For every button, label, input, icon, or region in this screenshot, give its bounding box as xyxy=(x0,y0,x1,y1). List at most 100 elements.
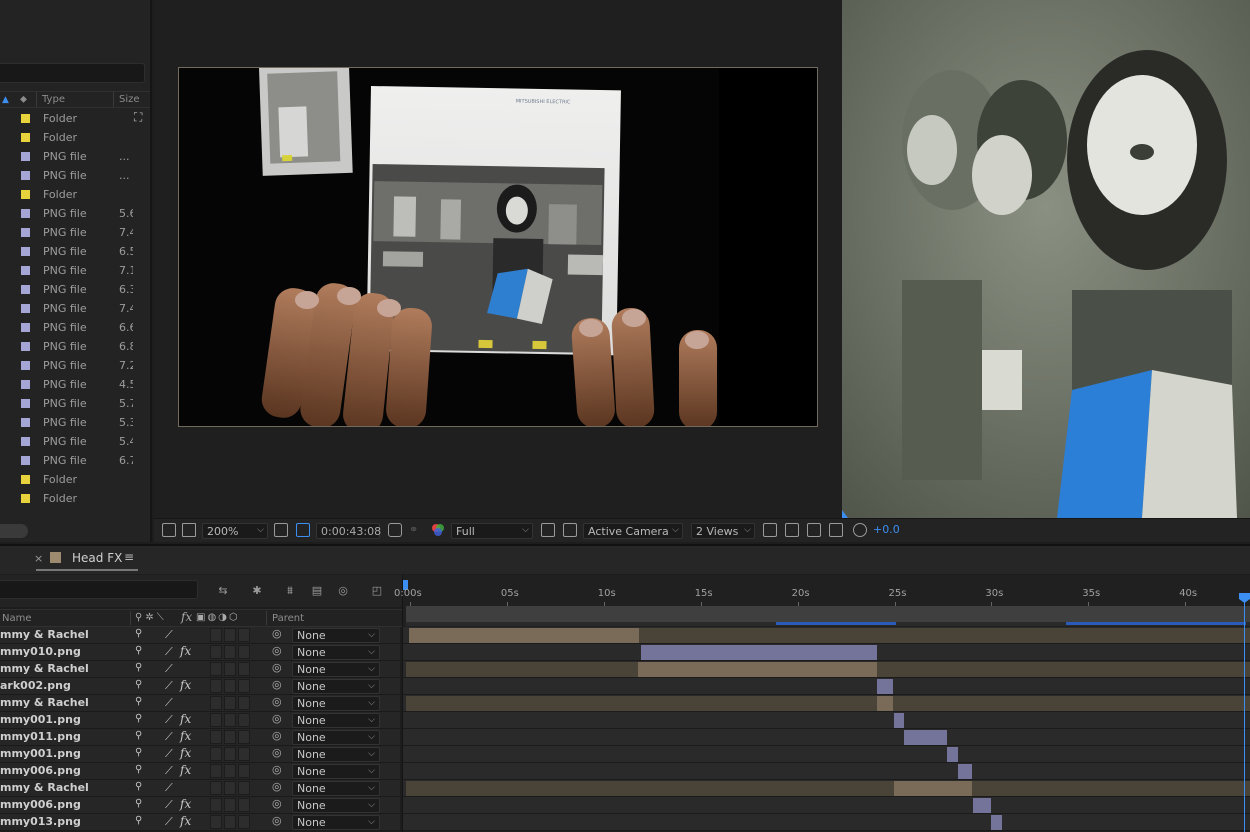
effects-switch-icon[interactable]: fx xyxy=(180,729,191,743)
layer-switch-boxes[interactable] xyxy=(210,696,255,710)
reset-exposure-icon[interactable] xyxy=(853,523,867,537)
layer-name[interactable]: mmy & Rachel xyxy=(0,628,89,641)
label-color-chip[interactable] xyxy=(21,247,30,256)
effects-switch-icon[interactable]: fx xyxy=(180,814,191,828)
layer-switch-boxes[interactable] xyxy=(210,815,255,829)
project-item-row[interactable]: PNG file 5.7 xyxy=(0,394,135,413)
project-item-row[interactable]: PNG file 7.1 xyxy=(0,261,135,280)
project-item-row[interactable]: Folder xyxy=(0,109,135,128)
exposure-value[interactable]: +0.0 xyxy=(873,523,900,539)
label-color-chip[interactable] xyxy=(21,361,30,370)
layer-row[interactable]: ark002.png ⚲ ⟋ fx ◎ None ⌵ xyxy=(0,678,400,695)
layer-track[interactable] xyxy=(403,746,1250,763)
layer-duration-bar[interactable] xyxy=(893,696,1250,711)
layer-duration-bar[interactable] xyxy=(638,662,877,677)
timeline-search-input[interactable] xyxy=(0,580,198,599)
close-tab-icon[interactable]: × xyxy=(34,552,43,565)
layer-switch-boxes[interactable] xyxy=(210,628,255,642)
zoom-dropdown[interactable]: 200% ⌵ xyxy=(202,523,268,539)
effects-switch-icon[interactable]: fx xyxy=(180,763,191,777)
label-color-chip[interactable] xyxy=(21,171,30,180)
effects-switch-icon[interactable]: fx xyxy=(180,678,191,692)
quality-switch-icon[interactable]: ⟋ xyxy=(165,697,177,709)
pick-whip-icon[interactable]: ◎ xyxy=(272,695,282,708)
project-item-row[interactable]: PNG file 6.3 xyxy=(0,280,135,299)
label-color-chip[interactable] xyxy=(21,152,30,161)
resolution-dropdown[interactable]: Full ⌵ xyxy=(451,523,533,539)
layer-duration-bar[interactable] xyxy=(406,781,894,796)
project-item-row[interactable]: PNG file 7.4 xyxy=(0,223,135,242)
pick-whip-icon[interactable]: ◎ xyxy=(272,644,282,657)
parent-column-header[interactable]: Parent xyxy=(272,613,304,624)
project-item-row[interactable]: PNG file 5.3 xyxy=(0,413,135,432)
pick-whip-icon[interactable]: ◎ xyxy=(272,661,282,674)
layer-row[interactable]: mmy010.png ⚲ ⟋ fx ◎ None ⌵ xyxy=(0,644,400,661)
pick-whip-icon[interactable]: ◎ xyxy=(272,780,282,793)
layer-name[interactable]: mmy006.png xyxy=(0,764,81,777)
panel-menu-icon[interactable]: ≡ xyxy=(124,550,134,564)
layer-track[interactable] xyxy=(403,729,1250,746)
comp-frame-left-view[interactable]: MITSUBISHI ELECTRIC xyxy=(178,67,818,427)
layer-track[interactable] xyxy=(403,661,1250,678)
tab-head-fx[interactable]: × Head FX ≡ xyxy=(34,549,138,571)
mask-visibility-icon[interactable] xyxy=(296,523,310,537)
shy-switch-icon[interactable]: ⚲ xyxy=(135,713,142,724)
layer-track[interactable] xyxy=(403,695,1250,712)
parent-dropdown[interactable]: None ⌵ xyxy=(292,815,380,830)
parent-dropdown[interactable]: None ⌵ xyxy=(292,679,380,694)
shy-switch-icon[interactable]: ⚲ xyxy=(135,662,142,673)
label-color-chip[interactable] xyxy=(21,190,30,199)
layer-track[interactable] xyxy=(403,678,1250,695)
effects-switch-icon[interactable]: fx xyxy=(180,797,191,811)
always-preview-icon[interactable] xyxy=(162,523,176,537)
quality-switch-icon[interactable]: ⟋ xyxy=(165,799,177,811)
layer-row[interactable]: mmy & Rachel ⚲ ⟋ ◎ None ⌵ xyxy=(0,695,400,712)
shy-layers-icon[interactable]: ⩩ xyxy=(283,584,297,598)
label-tag-icon[interactable]: ⬥ xyxy=(20,94,27,105)
project-item-row[interactable]: Folder xyxy=(0,185,135,204)
layer-duration-bar[interactable] xyxy=(409,628,639,643)
layer-track[interactable] xyxy=(403,797,1250,814)
pick-whip-icon[interactable]: ◎ xyxy=(272,729,282,742)
color-channels-icon[interactable] xyxy=(431,523,445,537)
project-item-row[interactable]: Folder xyxy=(0,128,135,147)
label-color-chip[interactable] xyxy=(21,304,30,313)
label-color-chip[interactable] xyxy=(21,209,30,218)
parent-dropdown[interactable]: None ⌵ xyxy=(292,730,380,745)
layer-switch-boxes[interactable] xyxy=(210,713,255,727)
quality-switch-icon[interactable]: ⟋ xyxy=(165,714,177,726)
layer-row[interactable]: mmy & Rachel ⚲ ⟋ ◎ None ⌵ xyxy=(0,780,400,797)
layer-duration-bar[interactable] xyxy=(877,679,893,694)
project-item-row[interactable]: PNG file 7.2 xyxy=(0,356,135,375)
transparency-grid-icon[interactable] xyxy=(563,523,577,537)
layer-name[interactable]: ark002.png xyxy=(0,679,71,692)
label-color-chip[interactable] xyxy=(21,114,30,123)
composition-viewer-right[interactable] xyxy=(842,0,1250,518)
label-color-chip[interactable] xyxy=(21,418,30,427)
layer-duration-bar[interactable] xyxy=(894,713,904,728)
shy-switch-icon[interactable]: ⚲ xyxy=(135,815,142,826)
layer-name[interactable]: mmy006.png xyxy=(0,798,81,811)
layer-duration-bar[interactable] xyxy=(904,730,947,745)
pick-whip-icon[interactable]: ◎ xyxy=(272,797,282,810)
graph-editor-icon[interactable]: ◰ xyxy=(370,584,384,598)
parent-dropdown[interactable]: None ⌵ xyxy=(292,696,380,711)
layer-track[interactable] xyxy=(403,627,1250,644)
quality-switch-icon[interactable]: ⟋ xyxy=(165,646,177,658)
project-item-row[interactable]: PNG file... xyxy=(0,166,135,185)
draft-3d-icon[interactable]: ✱ xyxy=(250,584,264,598)
quality-switch-icon[interactable]: ⟋ xyxy=(165,748,177,760)
flowchart-icon[interactable] xyxy=(829,523,843,537)
layer-duration-bar[interactable] xyxy=(406,662,638,677)
frame-blending-icon[interactable]: ▤ xyxy=(310,584,324,598)
shy-switch-icon[interactable]: ⚲ xyxy=(135,628,142,639)
layer-row[interactable]: mmy & Rachel ⚲ ⟋ ◎ None ⌵ xyxy=(0,627,400,644)
show-snapshot-icon[interactable]: ⚭ xyxy=(409,523,418,539)
layer-track[interactable] xyxy=(403,780,1250,797)
project-item-row[interactable]: PNG file 6.5 xyxy=(0,242,135,261)
sort-arrow-icon[interactable]: ▲ xyxy=(2,95,9,105)
quality-switch-icon[interactable]: ⟋ xyxy=(165,680,177,692)
project-item-row[interactable]: PNG file 7.4 xyxy=(0,299,135,318)
grid-guides-icon[interactable] xyxy=(274,523,288,537)
shy-switch-icon[interactable]: ⚲ xyxy=(135,747,142,758)
